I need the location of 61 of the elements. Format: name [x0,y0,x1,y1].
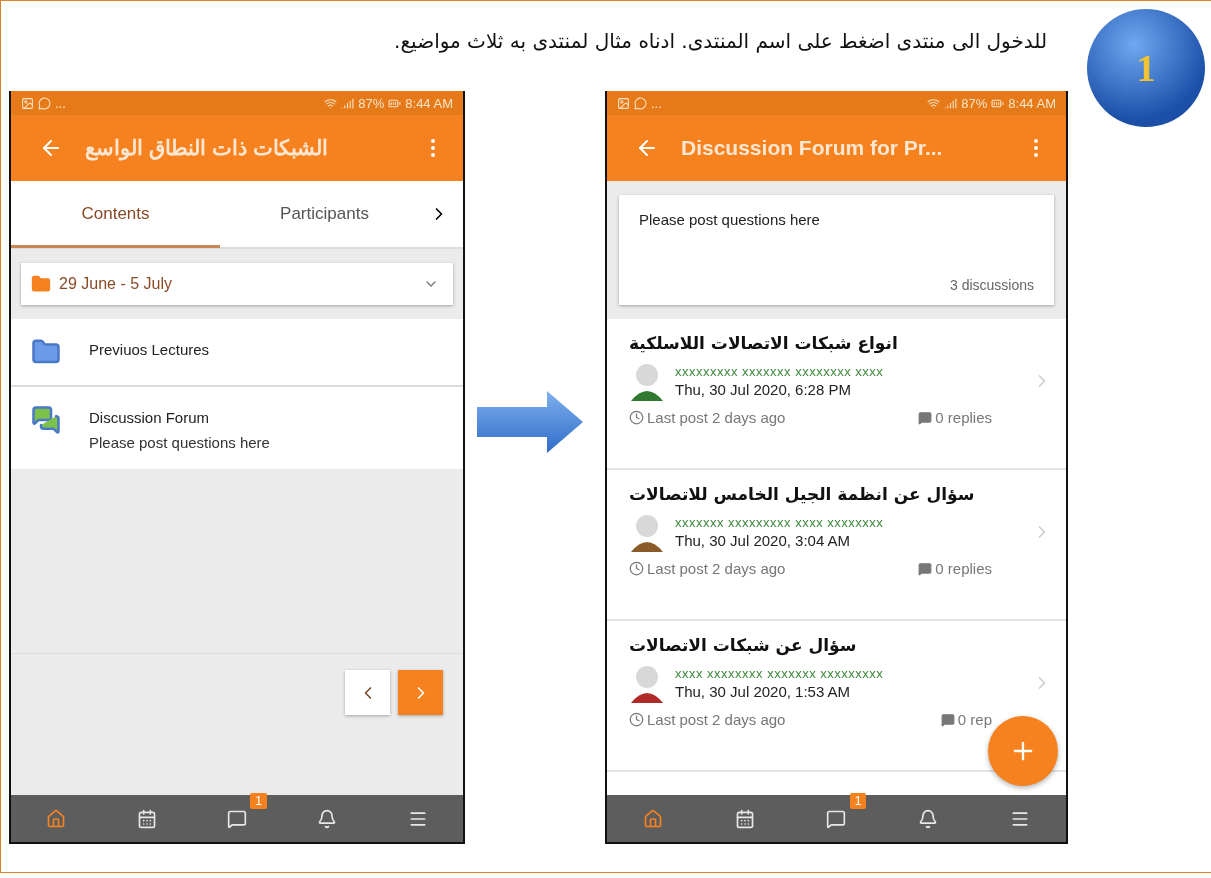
status-time: 8:44 AM [1008,95,1056,111]
speech-bubble-icon [918,410,933,425]
last-post: Last post 2 days ago [629,409,786,426]
author-name: xxxxxxxxx xxxxxxx xxxxxxxx xxxx [675,364,885,379]
signal-icon [341,96,355,110]
post-date: Thu, 30 Jul 2020, 6:28 PM [675,381,852,398]
module-name[interactable]: Previuos Lectures [89,341,210,358]
avatar-icon [629,512,665,552]
status-text: ... [651,95,662,111]
avatar-icon [629,663,665,703]
post-date: Thu, 30 Jul 2020, 1:53 AM [675,683,852,700]
last-post: Last post 2 days ago [629,560,786,577]
chat-icon [31,405,61,435]
calendar-icon [734,808,755,829]
avatar-icon [629,361,665,401]
messages-icon [226,808,247,829]
step-badge: 1 [1087,9,1205,127]
notification-icon [617,96,630,110]
clock-icon [629,410,644,425]
count-badge: 1 [849,792,867,809]
folder-icon [31,274,51,294]
forum-intro: Please post questions here [639,211,821,228]
status-time: 8:44 AM [405,95,453,111]
module-description: Please post questions here [89,434,270,451]
discussion-title: سؤال عن انظمة الجيل الخامس للاتصالات [629,484,975,504]
screen-title: الشبكات ذات النطاق الواسع [85,136,329,160]
home-icon [642,808,663,829]
battery-level: 87% [358,95,385,111]
discussion-count: 3 discussions [949,277,1034,293]
notifications-icon [317,808,338,829]
notification-icon [634,96,647,110]
status-text: ... [55,95,66,111]
clock-icon [629,561,644,576]
battery-level: 87% [961,95,988,111]
signal-icon [944,96,958,110]
notifications-icon [918,808,939,829]
section-dropdown[interactable]: 29 June - 5 July [21,263,453,305]
discussion-title: انواع شبكات الاتصالات اللاسلكية [629,333,898,353]
reply-count: 0 replies [918,560,992,577]
notification-icon [21,96,34,110]
author-name: xxxxxxx xxxxxxxxx xxxx xxxxxxxx [675,515,885,530]
post-date: Thu, 30 Jul 2020, 3:04 AM [675,532,852,549]
last-post: Last post 2 days ago [629,711,786,728]
reply-count: 0 rep [940,711,992,728]
notification-icon [38,96,51,110]
module-name[interactable]: Discussion Forum [89,409,270,426]
wifi-icon [324,96,338,110]
speech-bubble-icon [940,712,955,727]
clock-icon [629,712,644,727]
wifi-icon [927,96,941,110]
reply-count: 0 replies [918,409,992,426]
speech-bubble-icon [918,561,933,576]
calendar-icon [136,808,157,829]
instruction-text: للدخول الى منتدى اضغط على اسم المنتدى. ادناه مثال لمنتدى به ثلاث مواضيع. [394,29,1047,53]
tab[interactable]: Participants [220,182,429,248]
discussion-title: سؤال عن شبكات الاتصالات [629,635,857,655]
arrow-icon [477,391,583,453]
author-name: xxxx xxxxxxxx xxxxxxx xxxxxxxxx [675,666,885,681]
home-icon [46,808,67,829]
screen-title: Discussion Forum for Pr... [681,136,944,160]
messages-icon [826,808,847,829]
